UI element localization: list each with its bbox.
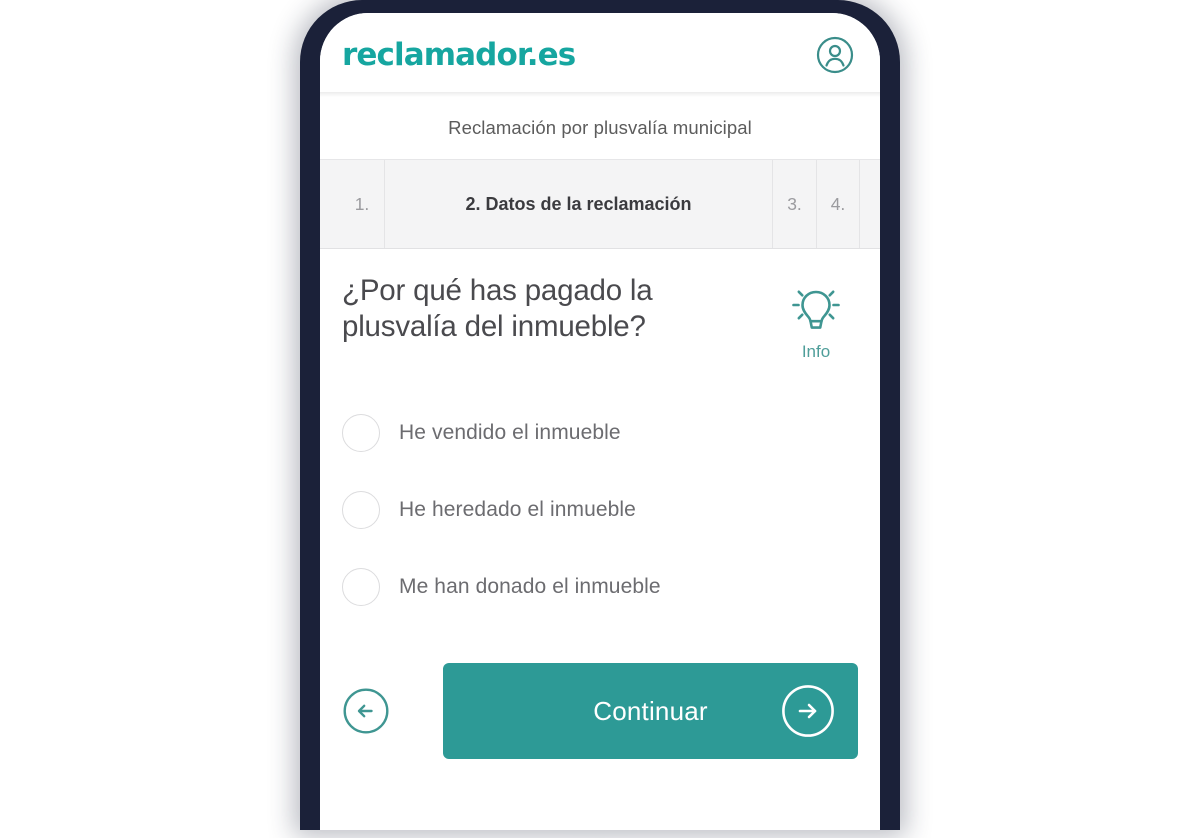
brand-logo[interactable]: reclamador.es [342, 37, 576, 73]
account-circle-icon[interactable] [815, 35, 855, 75]
page-title: Reclamación por plusvalía municipal [448, 117, 752, 138]
step-tab-3-label: 3. [787, 193, 802, 214]
step-tab-3[interactable]: 3. [773, 160, 817, 248]
option-label: He vendido el inmueble [399, 420, 621, 444]
step-tab-4[interactable]: 4. [817, 160, 860, 248]
radio-button[interactable] [342, 490, 380, 529]
info-label: Info [801, 342, 831, 361]
continue-button-label: Continuar [593, 695, 708, 726]
form-content: ¿Por qué has pagado la plusvalía del inm… [320, 249, 880, 799]
question-title: ¿Por qué has pagado la plusvalía del inm… [342, 274, 653, 343]
radio-button[interactable] [342, 567, 380, 606]
actions-row: Continuar [342, 663, 858, 799]
step-tab-2-label: 2. Datos de la reclamación [465, 193, 692, 214]
option-label: Me han donado el inmueble [399, 574, 661, 598]
lightbulb-icon [774, 278, 858, 340]
steps-left-spacer [320, 160, 340, 248]
page-title-bar: Reclamación por plusvalía municipal [320, 97, 880, 159]
steps-right-spacer [860, 160, 880, 248]
continue-button[interactable]: Continuar [443, 663, 858, 759]
back-button[interactable] [342, 687, 390, 735]
phone-screen: reclamador.es Reclamación por plusvalía … [320, 13, 880, 830]
arrow-right-circle-icon [780, 683, 836, 739]
option-row[interactable]: He vendido el inmueble [342, 394, 858, 471]
phone-mockup: reclamador.es Reclamación por plusvalía … [292, 0, 908, 838]
option-label: He heredado el inmueble [399, 497, 636, 521]
step-tab-2[interactable]: 2. Datos de la reclamación [385, 160, 773, 248]
steps-tabbar: 1. 2. Datos de la reclamación 3. 4. [320, 159, 880, 249]
step-tab-4-label: 4. [830, 193, 846, 214]
app-header: reclamador.es [320, 13, 880, 97]
radio-button[interactable] [342, 413, 380, 452]
info-widget[interactable]: Info [774, 273, 858, 362]
options-list: He vendido el inmueble He heredado el in… [342, 394, 858, 625]
question-row: ¿Por qué has pagado la plusvalía del inm… [342, 249, 858, 362]
step-tab-1-label: 1. [354, 193, 370, 214]
step-tab-1[interactable]: 1. [340, 160, 385, 248]
option-row[interactable]: Me han donado el inmueble [342, 548, 858, 625]
arrow-left-circle-icon [342, 688, 390, 739]
option-row[interactable]: He heredado el inmueble [342, 471, 858, 548]
